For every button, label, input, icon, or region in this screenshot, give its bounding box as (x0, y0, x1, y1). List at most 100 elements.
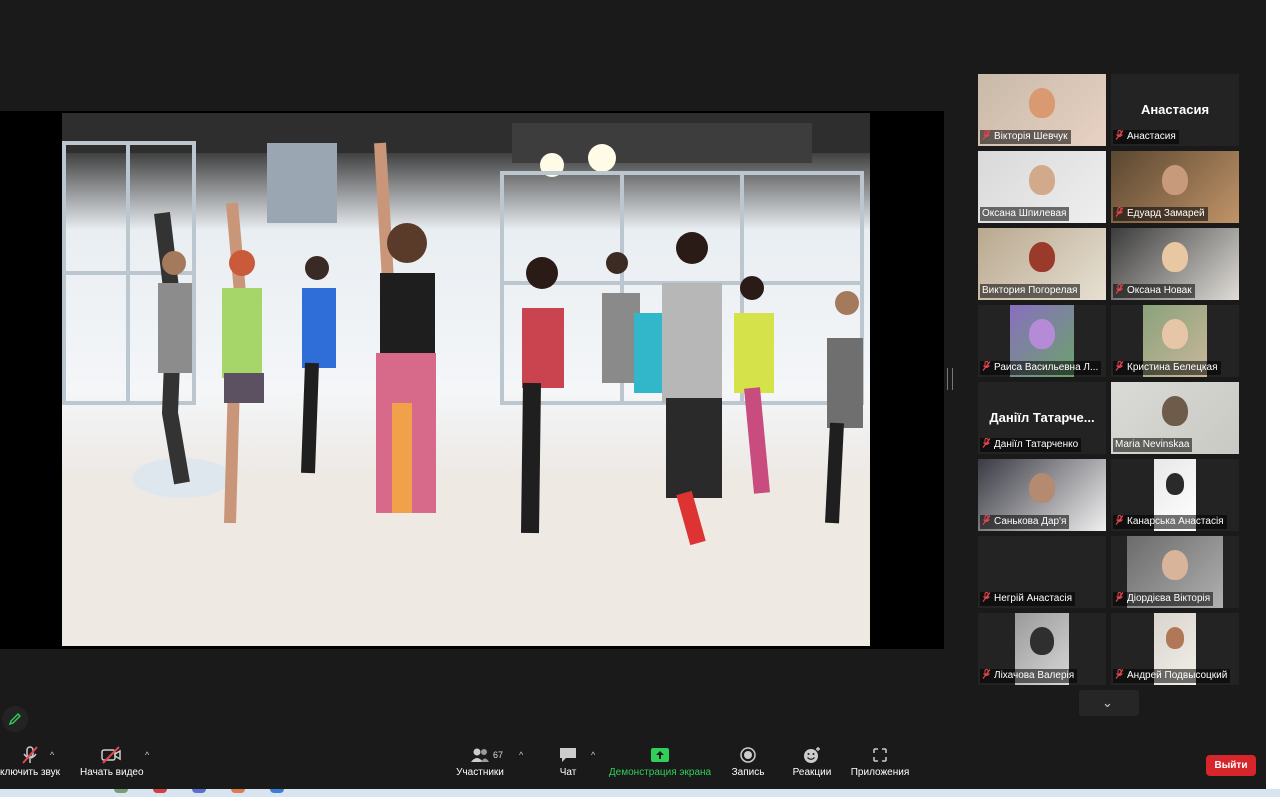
participant-name: Негрій Анастасія (994, 593, 1072, 604)
video-off-icon (101, 746, 121, 764)
chat-options-caret[interactable]: ^ (591, 750, 595, 760)
participant-tile[interactable]: Негрій Анастасія (978, 536, 1106, 608)
participant-name-label: Негрій Анастасія (980, 592, 1075, 606)
share-screen-button[interactable]: Демонстрация экрана (608, 746, 712, 778)
participant-tile[interactable]: Санькова Дар'я (978, 459, 1106, 531)
participant-name-label: Анастасия (1113, 130, 1179, 144)
participant-tile[interactable]: Вікторія Шевчук (978, 74, 1106, 146)
mic-muted-icon (982, 669, 991, 679)
participant-name: Андрей Подвысоцкий (1127, 670, 1228, 681)
mic-muted-icon (982, 592, 991, 602)
window-edge (1266, 0, 1280, 797)
participant-name-label: Кристина Белецкая (1113, 361, 1221, 375)
share-screen-icon (651, 748, 669, 762)
participants-count: 67 (493, 750, 504, 760)
video-options-caret[interactable]: ^ (145, 750, 149, 760)
participant-name: Раиса Васильевна Л... (994, 362, 1099, 373)
participant-name-label: Даніїл Татарченко (980, 438, 1082, 452)
reactions-button[interactable]: Реакции (790, 746, 834, 778)
participant-display-name: Анастасия (1140, 102, 1210, 117)
participant-face (1162, 319, 1188, 349)
chat-bubble-icon (560, 748, 576, 762)
chevron-down-icon: ⌄ (1102, 695, 1113, 710)
participant-name-label: Канарська Анастасія (1113, 515, 1227, 529)
participant-tile[interactable]: Оксана Новак (1111, 228, 1239, 300)
panel-resize-handle[interactable] (947, 368, 953, 390)
audio-label: ключить звук (0, 767, 61, 778)
mic-muted-icon (1115, 130, 1124, 140)
participant-tile[interactable]: Виктория Погорелая (978, 228, 1106, 300)
mic-muted-icon (1115, 592, 1124, 602)
participant-name-label: Оксана Новак (1113, 284, 1195, 298)
participant-name: Діордієва Вікторія (1127, 593, 1211, 604)
record-icon (740, 747, 756, 763)
video-button[interactable]: Начать видео (80, 746, 144, 778)
participant-name: Санькова Дар'я (994, 516, 1067, 527)
chat-label: Чат (559, 767, 577, 778)
participant-tile[interactable]: Кристина Белецкая (1111, 305, 1239, 377)
participant-name-label: Ліхачова Валерія (980, 669, 1078, 683)
participant-face (1162, 550, 1188, 580)
mic-muted-icon (1115, 207, 1124, 217)
participant-name: Maria Nevinskaa (1115, 439, 1190, 450)
smiley-icon (804, 747, 820, 763)
mic-muted-icon (982, 130, 991, 140)
participant-name: Кристина Белецкая (1127, 362, 1218, 373)
os-taskbar (0, 789, 1280, 797)
gallery-scroll-down-button[interactable]: ⌄ (1079, 690, 1139, 716)
participant-tile[interactable]: Анастасия Анастасия (1111, 74, 1239, 146)
taskbar-app-icon[interactable] (153, 789, 167, 793)
participant-name: Ліхачова Валерія (994, 670, 1075, 681)
annotate-button[interactable] (2, 706, 28, 732)
reactions-label: Реакции (792, 767, 832, 778)
chat-button[interactable]: Чат (553, 746, 583, 778)
taskbar-app-icon[interactable] (192, 789, 206, 793)
participant-name: Оксана Шпилевая (982, 208, 1067, 219)
leave-meeting-button[interactable]: Выйти (1206, 755, 1256, 776)
participant-name: Оксана Новак (1127, 285, 1192, 296)
participant-name-label: Андрей Подвысоцкий (1113, 669, 1231, 683)
participant-face (1029, 165, 1055, 195)
mic-muted-icon (1115, 284, 1124, 294)
participant-tile[interactable]: Едуард Замарей (1111, 151, 1239, 223)
participant-tile[interactable]: Андрей Подвысоцкий (1111, 613, 1239, 685)
participant-display-name: Даніїл Татарче... (989, 410, 1095, 425)
video-label: Начать видео (80, 767, 144, 778)
participant-tile[interactable]: Ліхачова Валерія (978, 613, 1106, 685)
shared-screen (0, 111, 944, 649)
mic-muted-icon (1115, 669, 1124, 679)
participants-options-caret[interactable]: ^ (519, 750, 523, 760)
participant-tile[interactable]: Канарська Анастасія (1111, 459, 1239, 531)
participant-tile[interactable]: Діордієва Вікторія (1111, 536, 1239, 608)
meeting-toolbar: ключить звук ^ Начать видео ^ Участники … (0, 740, 1266, 790)
participant-tile[interactable]: Раиса Васильевна Л... (978, 305, 1106, 377)
apps-icon (873, 748, 887, 762)
participant-name: Канарська Анастасія (1127, 516, 1224, 527)
share-screen-label: Демонстрация экрана (608, 767, 712, 778)
participant-face (1029, 242, 1055, 272)
participant-name-label: Maria Nevinskaa (1113, 438, 1193, 452)
participant-name-label: Вікторія Шевчук (980, 130, 1071, 144)
participant-face (1029, 627, 1055, 655)
participant-face (1165, 627, 1185, 649)
participant-tile[interactable]: Maria Nevinskaa (1111, 382, 1239, 454)
mic-muted-icon (982, 438, 991, 448)
audio-options-caret[interactable]: ^ (50, 750, 54, 760)
participant-name-label: Виктория Погорелая (980, 284, 1081, 298)
taskbar-app-icon[interactable] (114, 789, 128, 793)
mic-muted-icon (982, 361, 991, 371)
record-button[interactable]: Запись (729, 746, 767, 778)
participant-tile[interactable]: Оксана Шпилевая (978, 151, 1106, 223)
pencil-icon (8, 713, 21, 726)
taskbar-app-icon[interactable] (231, 789, 245, 793)
participant-tile[interactable]: Даніїл Татарче... Даніїл Татарченко (978, 382, 1106, 454)
participant-face (1162, 396, 1188, 426)
shared-image-dance-class (62, 113, 870, 646)
participant-name-label: Раиса Васильевна Л... (980, 361, 1102, 375)
taskbar-app-icon[interactable] (270, 789, 284, 793)
apps-button[interactable]: Приложения (848, 746, 912, 778)
participant-name: Виктория Погорелая (982, 285, 1078, 296)
mic-muted-icon (22, 746, 38, 764)
participants-icon (471, 748, 489, 762)
participant-face (1165, 473, 1185, 495)
